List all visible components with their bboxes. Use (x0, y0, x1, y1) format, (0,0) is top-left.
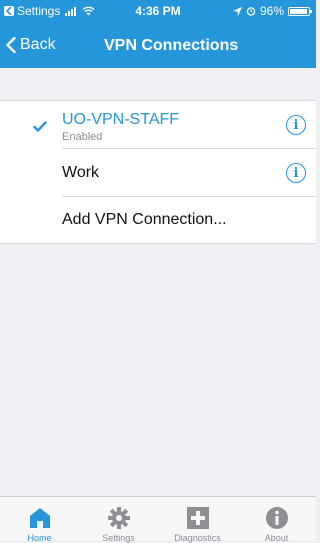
tab-label: Diagnostics (174, 533, 221, 543)
page-title: VPN Connections (104, 37, 239, 54)
status-bar-right: 96% (232, 4, 312, 18)
battery-fill (290, 8, 308, 14)
tab-bar: Home Settings Diagnostics About (0, 496, 316, 543)
vpn-name: Work (62, 164, 100, 181)
tab-diagnostics[interactable]: Diagnostics (158, 497, 237, 543)
back-button-label: Back (20, 36, 56, 53)
chevron-left-icon (6, 37, 16, 53)
gear-icon (108, 507, 130, 529)
checkmark-icon (33, 121, 47, 132)
add-vpn-connection-label: Add VPN Connection... (62, 211, 227, 228)
back-button[interactable]: Back (6, 36, 56, 54)
vpn-name: UO-VPN-STAFF (62, 111, 180, 128)
info-icon[interactable]: i (286, 163, 306, 183)
vpn-row-work[interactable]: Work i (0, 149, 316, 197)
tab-settings[interactable]: Settings (79, 497, 158, 543)
status-bar: Settings 4:36 PM 96% (0, 0, 316, 22)
home-icon (30, 508, 50, 528)
vpn-row-uo-vpn-staff[interactable]: UO-VPN-STAFF Enabled i (0, 101, 316, 149)
location-icon (232, 6, 242, 16)
battery-percent: 96% (259, 4, 284, 18)
info-icon[interactable]: i (286, 115, 306, 135)
add-vpn-connection-button[interactable]: Add VPN Connection... (0, 197, 316, 243)
vpn-status: Enabled (62, 131, 103, 143)
tab-home[interactable]: Home (0, 497, 79, 543)
alarm-icon (246, 7, 256, 16)
navigation-bar: Back VPN Connections (0, 26, 316, 64)
info-circle-icon (266, 507, 288, 529)
plus-square-icon (187, 507, 209, 529)
tab-label: Settings (102, 533, 135, 543)
tab-about[interactable]: About (237, 497, 316, 543)
tab-label: About (264, 533, 289, 543)
vpn-connection-list: UO-VPN-STAFF Enabled i Work i Add VPN Co… (0, 100, 316, 244)
tab-label: Home (27, 533, 52, 543)
header-bar: Settings 4:36 PM 96% Back VPN Connection… (0, 0, 316, 68)
battery-icon (288, 6, 312, 16)
